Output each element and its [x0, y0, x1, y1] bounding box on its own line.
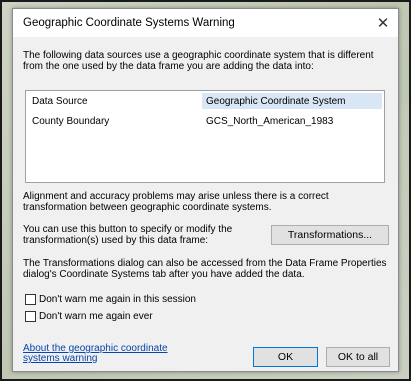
dont-warn-session-label: Don't warn me again in this session	[39, 294, 196, 305]
gcs-cell: GCS_North_American_1983	[206, 115, 334, 127]
dont-warn-ever-checkbox[interactable]	[25, 311, 36, 322]
dont-warn-session-checkbox[interactable]	[25, 294, 36, 305]
dialog-title: Geographic Coordinate Systems Warning	[23, 17, 235, 29]
column-header-gcs[interactable]: Geographic Coordinate System	[202, 93, 382, 109]
dialog-body: The following data sources use a geograp…	[13, 37, 398, 371]
ok-to-all-button[interactable]: OK to all	[326, 347, 390, 367]
list-item[interactable]: County Boundary GCS_North_American_1983	[28, 113, 380, 129]
gcs-warning-dialog: Geographic Coordinate Systems Warning ✕ …	[12, 8, 399, 372]
specify-text: You can use this button to specify or mo…	[23, 224, 233, 246]
list-header: Data Source Geographic Coordinate System	[28, 93, 382, 109]
transformations-info-text: The Transformations dialog can also be a…	[23, 258, 387, 280]
data-source-list[interactable]: Data Source Geographic Coordinate System…	[25, 90, 385, 183]
checkbox-row-ever[interactable]: Don't warn me again ever	[25, 311, 153, 322]
dialog-titlebar: Geographic Coordinate Systems Warning	[13, 9, 398, 37]
ok-button[interactable]: OK	[253, 347, 318, 367]
dont-warn-ever-label: Don't warn me again ever	[39, 311, 153, 322]
column-header-data-source[interactable]: Data Source	[32, 96, 88, 107]
close-icon[interactable]: ✕	[372, 12, 394, 34]
intro-text: The following data sources use a geograp…	[23, 50, 374, 72]
transformations-button[interactable]: Transformations...	[271, 225, 389, 245]
help-link[interactable]: About the geographic coordinate systems …	[23, 344, 193, 364]
alignment-warning-text: Alignment and accuracy problems may aris…	[23, 191, 329, 213]
checkbox-row-session[interactable]: Don't warn me again in this session	[25, 294, 196, 305]
data-source-cell: County Boundary	[32, 115, 110, 127]
